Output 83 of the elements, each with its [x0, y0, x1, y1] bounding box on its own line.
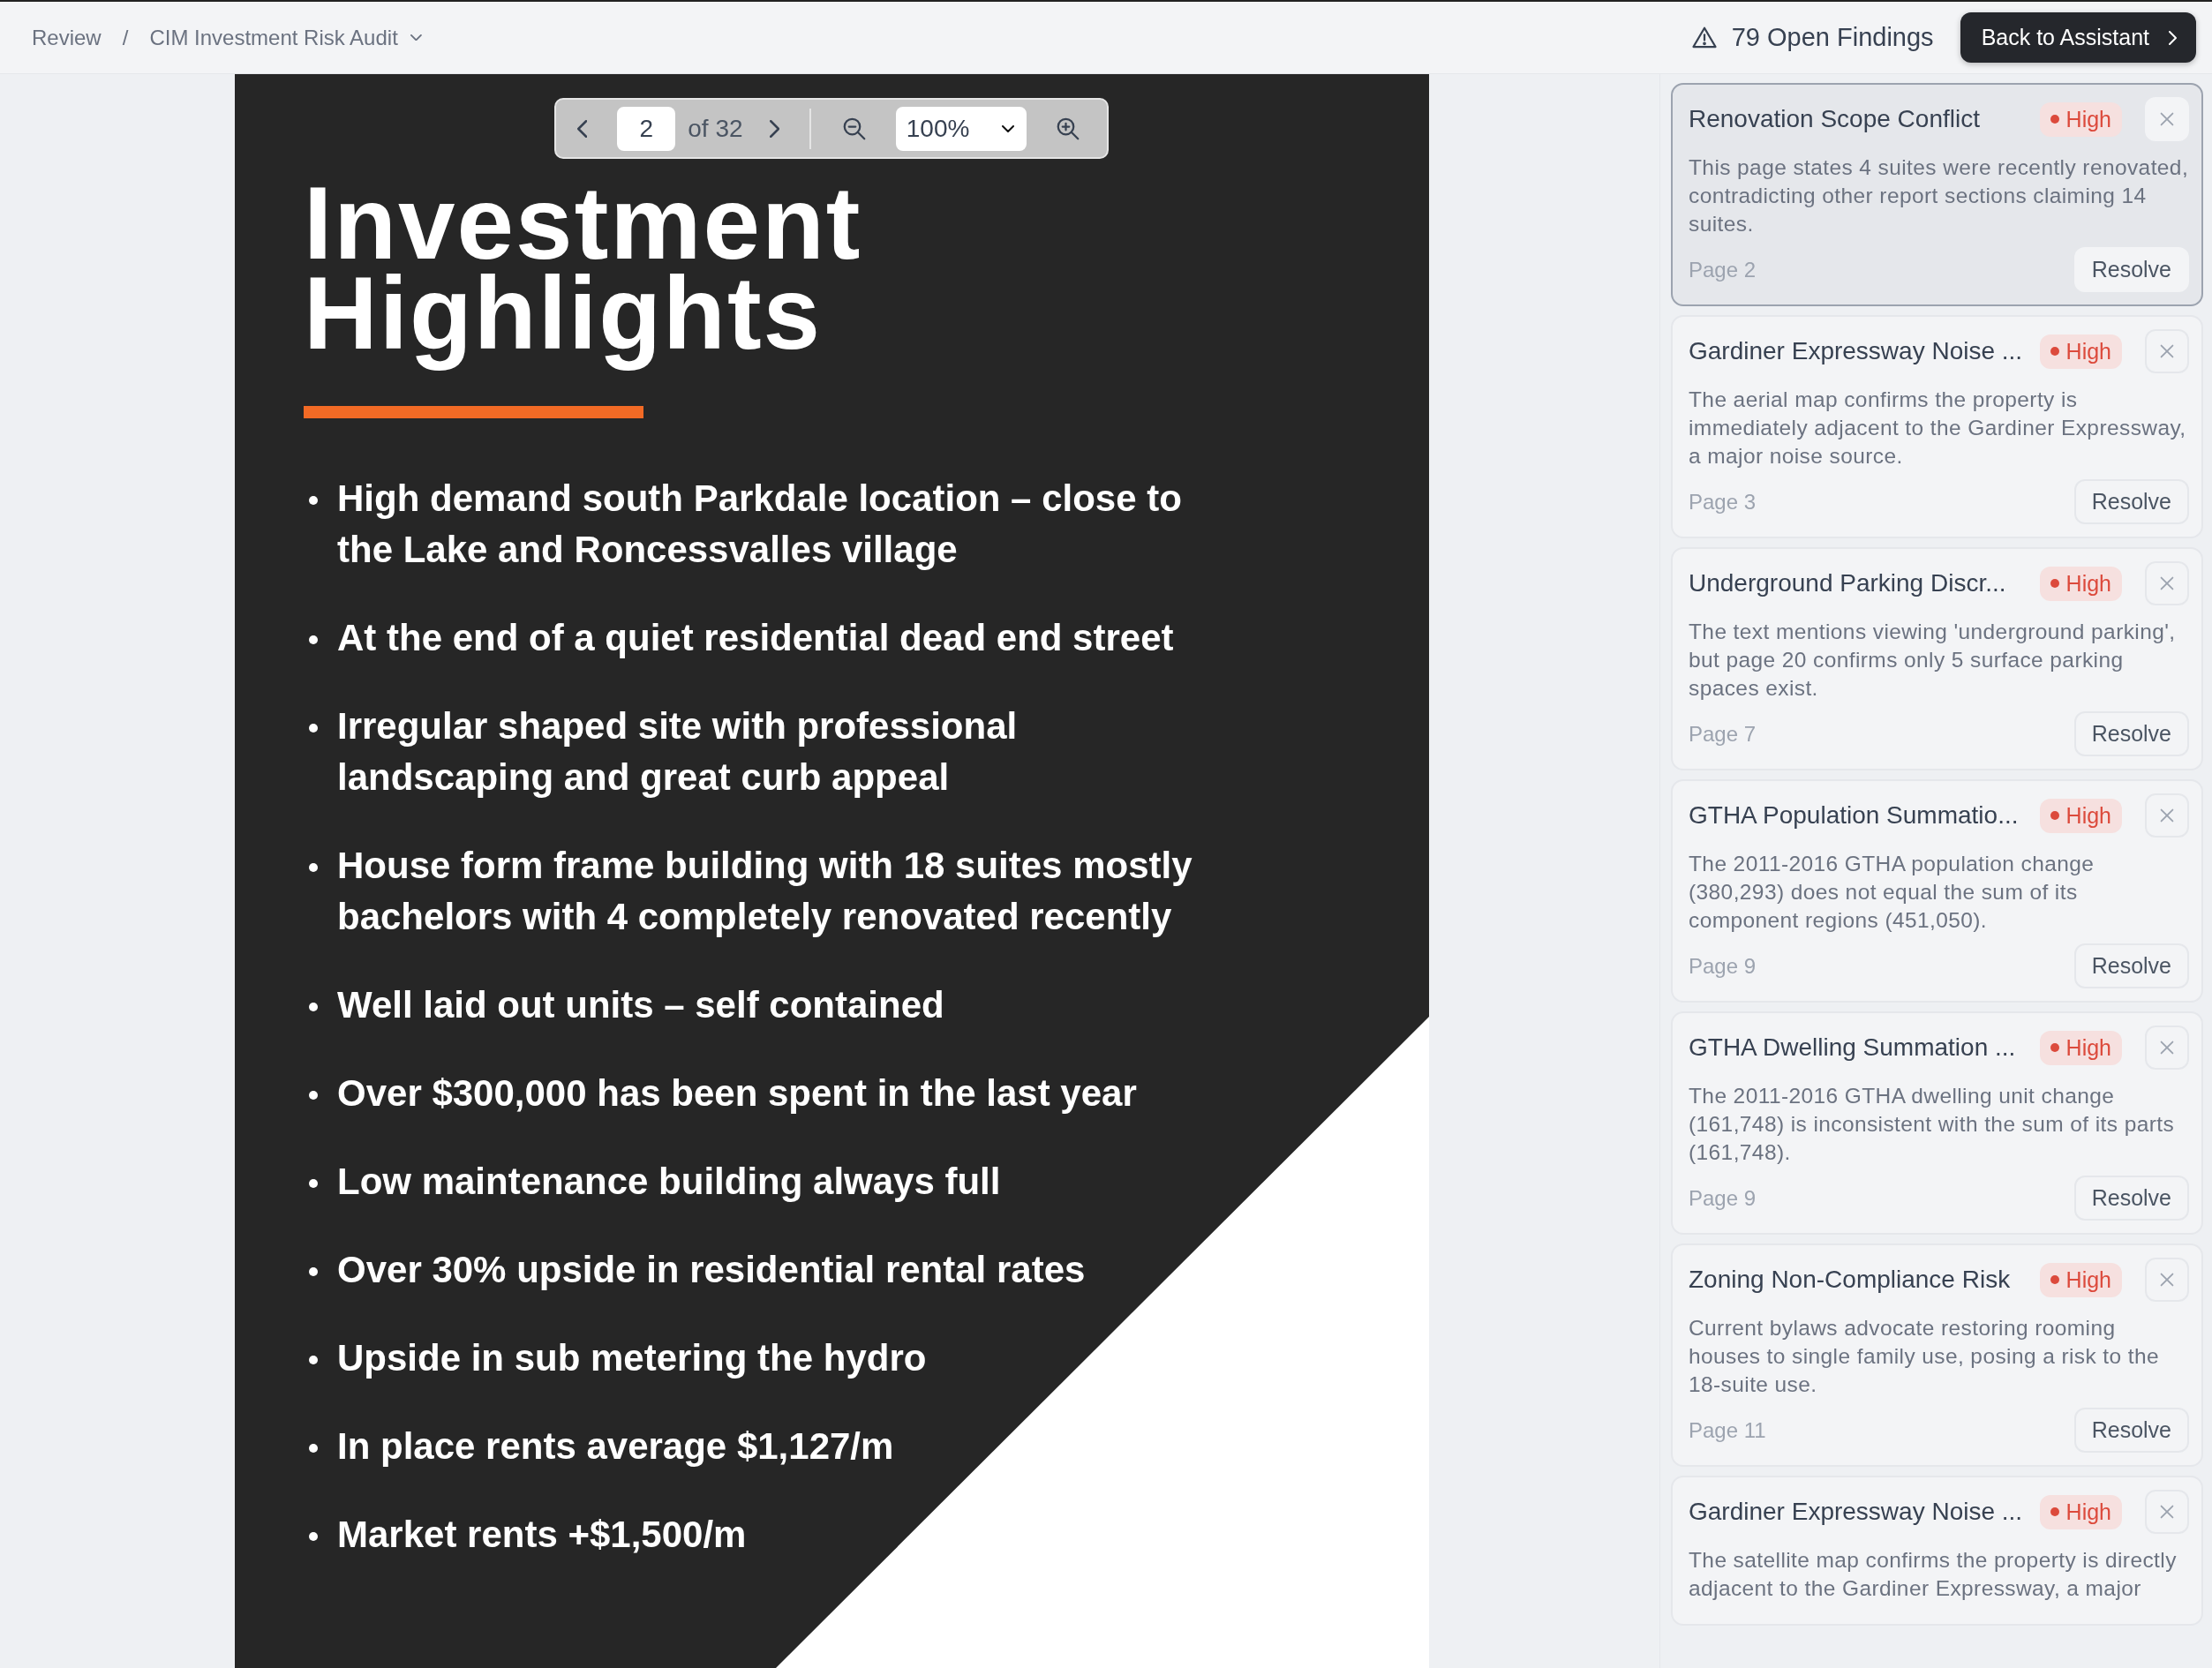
finding-description: The aerial map confirms the property is immediately adjacent to the Gardiner Expressway, a major noise source. — [1689, 387, 2187, 470]
severity-badge: High — [2039, 1030, 2122, 1065]
bullet-icon — [309, 635, 318, 644]
finding-title: Underground Parking Discr... — [1689, 569, 2007, 597]
finding-title: GTHA Population Summatio... — [1689, 801, 2020, 830]
severity-badge: High — [2039, 101, 2122, 137]
page-number-field[interactable]: 2 — [617, 106, 676, 151]
page-title: Investment Highlights — [304, 168, 863, 372]
page-total: of 32 — [688, 114, 743, 143]
finding-description: Current bylaws advocate restoring rooming houses to single family use, posing a risk to the 18-suite use. — [1689, 1315, 2160, 1398]
chevron-left-icon — [577, 119, 588, 138]
bullet-icon — [309, 1179, 318, 1188]
finding-card[interactable]: GTHA Dwelling Summation ... High The 2011-2016 GTHA dwelling unit change (161,748) is inconsistent with the sum of its parts (161,748). Page 9 Resolve — [1671, 1011, 2203, 1235]
highlight-text: High demand south Parkdale location – close to the Lake and Roncessvalles village — [337, 477, 1183, 572]
close-button[interactable] — [2145, 329, 2189, 373]
severity-badge: High — [2039, 1262, 2122, 1297]
highlight-text: Upside in sub metering the hydro — [337, 1336, 927, 1380]
close-button[interactable] — [2145, 1490, 2189, 1534]
breadcrumb-link[interactable]: Review — [32, 25, 102, 50]
bullet-icon — [309, 1003, 318, 1011]
highlight-text: Over $300,000 has been spent in the last year — [337, 1071, 1137, 1116]
close-button[interactable] — [2145, 561, 2189, 605]
finding-title: GTHA Dwelling Summation ... — [1689, 1033, 2017, 1062]
finding-card[interactable]: Zoning Non-Compliance Risk High Current bylaws advocate restoring rooming houses to single family use, posing a risk to the 18-suite use. Page 11 Resolve — [1671, 1243, 2203, 1467]
bullet-icon — [309, 496, 318, 505]
back-to-assistant-button[interactable]: Back to Assistant — [1960, 12, 2196, 63]
severity-badge: High — [2039, 566, 2122, 601]
chevron-right-icon — [2169, 30, 2177, 45]
finding-title: Gardiner Expressway Noise ... — [1689, 337, 2024, 365]
finding-title: Gardiner Expressway Noise ... — [1689, 1498, 2024, 1526]
breadcrumb-dropdown[interactable]: CIM Investment Risk Audit — [149, 25, 422, 50]
close-button[interactable] — [2145, 793, 2189, 838]
highlight-text: In place rents average $1,127/m — [337, 1424, 894, 1469]
breadcrumb-separator: / — [122, 25, 129, 50]
bullet-icon — [309, 1356, 318, 1364]
bullet-icon — [309, 863, 318, 872]
resolve-button[interactable]: Resolve — [2073, 479, 2189, 524]
highlight-text: Market rents +$1,500/m — [337, 1513, 747, 1557]
bullet-icon — [309, 1267, 318, 1276]
chevron-down-icon — [410, 34, 422, 41]
page-reference: Page 7 — [1689, 721, 1757, 747]
severity-badge: High — [2039, 798, 2122, 833]
resolve-button[interactable]: Resolve — [2073, 1408, 2189, 1453]
highlight-text: Low maintenance building always full — [337, 1160, 1001, 1204]
page-reference: Page 2 — [1689, 257, 1757, 282]
zoom-dropdown[interactable]: 100% — [895, 106, 1027, 151]
resolve-button[interactable]: Resolve — [2073, 943, 2189, 988]
bullet-icon — [309, 1532, 318, 1541]
finding-card[interactable]: Gardiner Expressway Noise ... High The aerial map confirms the property is immediately adjacent to the Gardiner Expressway, a major noise source. Page 3 Resolve — [1671, 315, 2203, 538]
highlight-text: House form frame building with 18 suites mostly bachelors with 4 completely renovated recently — [337, 844, 1193, 939]
page-reference: Page 3 — [1689, 489, 1757, 515]
finding-description: The 2011-2016 GTHA dwelling unit change (161,748) is inconsistent with the sum of its parts (161,748). — [1689, 1083, 2176, 1166]
finding-description: The text mentions viewing 'underground parking', but page 20 confirms only 5 surface parking spaces exist. — [1689, 619, 2177, 702]
finding-title: Zoning Non-Compliance Risk — [1689, 1266, 2012, 1294]
finding-card[interactable]: Underground Parking Discr... High The text mentions viewing 'underground parking', but page 20 confirms only 5 surface parking spaces exist. Page 7 Resolve — [1671, 547, 2203, 770]
chevron-down-icon — [1001, 124, 1014, 132]
bullet-icon — [309, 724, 318, 733]
highlight-text: Well laid out units – self contained — [337, 983, 944, 1027]
finding-description: This page states 4 suites were recently renovated, contradicting other report sections claiming 14 suites. — [1689, 154, 2189, 237]
bullet-icon — [309, 1091, 318, 1100]
finding-description: The 2011-2016 GTHA population change (380,293) does not equal the sum of its component regions (451,050). — [1689, 851, 2095, 934]
chevron-right-icon — [769, 119, 779, 138]
close-button[interactable] — [2145, 1258, 2189, 1302]
page-reference: Page 9 — [1689, 1185, 1757, 1211]
resolve-button[interactable]: Resolve — [2073, 1176, 2189, 1221]
finding-description: The satellite map confirms the property is directly adjacent to the Gardiner Expressway, a major — [1689, 1547, 2178, 1602]
severity-badge: High — [2039, 334, 2122, 369]
highlight-text: At the end of a quiet residential dead end street — [337, 616, 1174, 660]
close-button[interactable] — [2145, 1026, 2189, 1070]
finding-card[interactable]: GTHA Population Summatio... High The 2011-2016 GTHA population change (380,293) does not equal the sum of its component regions (451,050). Page 9 Resolve — [1671, 779, 2203, 1003]
highlight-text: Irregular shaped site with professional landscaping and great curb appeal — [337, 704, 1019, 800]
open-findings-count: 79 Open Findings — [1731, 23, 1934, 52]
page-reference: Page 11 — [1689, 1417, 1766, 1443]
resolve-button[interactable]: Resolve — [2073, 711, 2189, 756]
highlight-text: Over 30% upside in residential rental rates — [337, 1248, 1086, 1292]
page-reference: Page 9 — [1689, 953, 1757, 979]
finding-title: Renovation Scope Conflict — [1689, 105, 1981, 133]
severity-badge: High — [2039, 1494, 2122, 1529]
resolve-button[interactable]: Resolve — [2073, 247, 2189, 292]
finding-card[interactable]: Gardiner Expressway Noise ... High The satellite map confirms the property is directly adjacent to the Gardiner Expressway, a major — [1671, 1476, 2203, 1626]
close-button[interactable] — [2145, 97, 2189, 141]
finding-card[interactable]: Renovation Scope Conflict High This page states 4 suites were recently renovated, contradicting other report sections claiming 14 suites. Page 2 Resolve — [1671, 83, 2203, 306]
bullet-icon — [309, 1444, 318, 1453]
